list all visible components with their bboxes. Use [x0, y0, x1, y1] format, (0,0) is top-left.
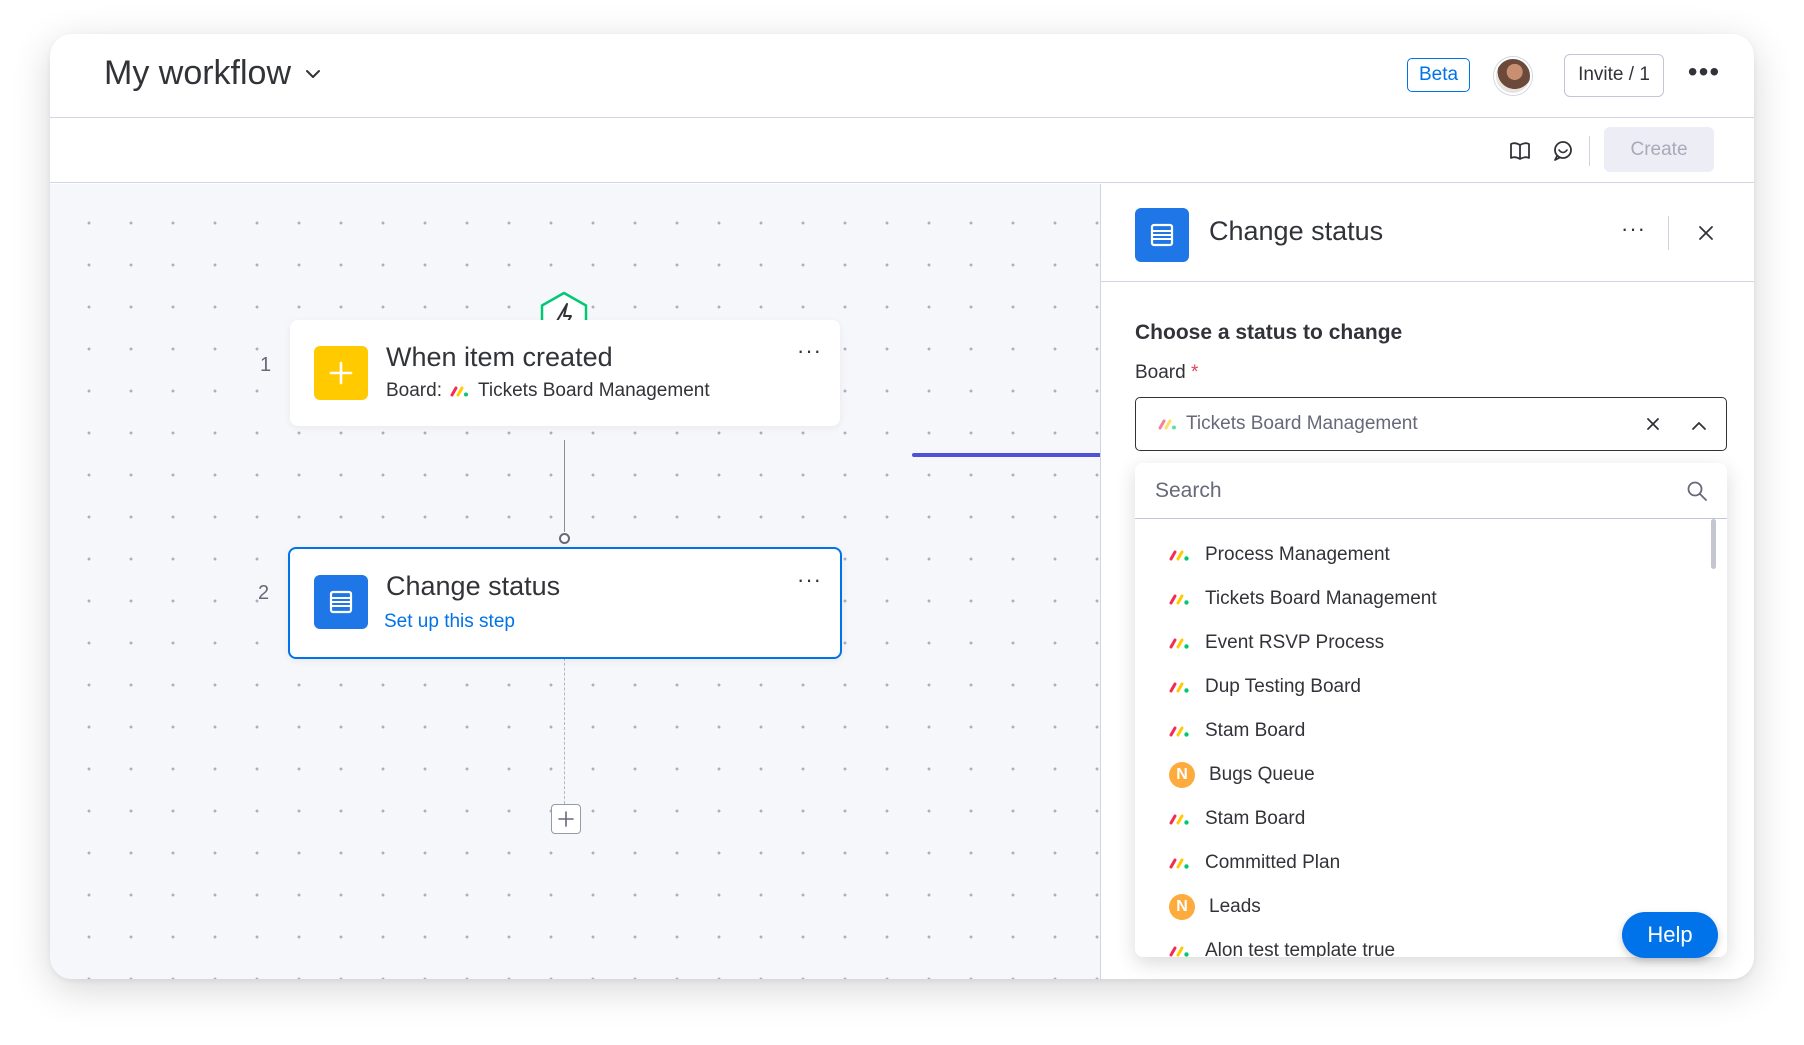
book-icon[interactable]	[1507, 138, 1533, 164]
search-input[interactable]	[1155, 475, 1655, 507]
plus-icon	[558, 811, 574, 827]
board-list: Process Management Tickets Board Managem…	[1135, 533, 1727, 957]
panel-title: Change status	[1209, 216, 1384, 246]
table-icon	[1135, 208, 1189, 262]
board-option[interactable]: Process Management	[1135, 533, 1727, 577]
clear-icon[interactable]	[1643, 414, 1663, 434]
section-title: Choose a status to change	[1135, 321, 1403, 344]
workflow-toolbar: Create	[50, 118, 1754, 183]
monday-logo-icon	[1158, 419, 1176, 430]
board-option[interactable]: Stam Board	[1135, 797, 1727, 841]
step-number-2: 2	[258, 582, 270, 604]
setup-step-link[interactable]: Set up this step	[384, 611, 515, 633]
panel-header: Change status ···	[1101, 184, 1754, 282]
workflow-window: My workflow Beta Invite / 1 ••• Create 1	[50, 34, 1754, 979]
board-option-label: Stam Board	[1205, 808, 1306, 829]
monday-logo-icon	[1169, 814, 1189, 825]
beta-badge: Beta	[1407, 58, 1471, 92]
board-field-label: Board *	[1135, 362, 1198, 384]
board-label-text: Board	[1135, 362, 1186, 383]
app-header: My workflow Beta Invite / 1 •••	[50, 34, 1754, 118]
panel-menu-icon[interactable]: ···	[1621, 218, 1646, 240]
step-config-panel: Change status ··· Choose a status to cha…	[1100, 184, 1754, 979]
board-dropdown-menu: Process Management Tickets Board Managem…	[1135, 463, 1727, 957]
monday-logo-icon	[450, 386, 468, 397]
step-menu-icon[interactable]: ···	[797, 569, 822, 591]
board-option-label: Alon test template true	[1205, 940, 1396, 957]
help-button[interactable]: Help	[1622, 912, 1718, 958]
step-board-info: Board: Tickets Board Management	[386, 380, 710, 402]
add-step-button[interactable]	[551, 804, 581, 834]
chevron-down-icon	[306, 69, 321, 78]
board-search	[1135, 463, 1727, 519]
board-option-label: Stam Board	[1205, 720, 1306, 741]
action-step-card[interactable]: Change status Set up this step ···	[288, 547, 842, 659]
board-option-label: Dup Testing Board	[1205, 676, 1361, 697]
board-select-value: Tickets Board Management	[1158, 413, 1418, 435]
board-option[interactable]: Committed Plan	[1135, 841, 1727, 885]
board-option[interactable]: Dup Testing Board	[1135, 665, 1727, 709]
monday-logo-icon	[1169, 682, 1189, 693]
step-title: When item created	[386, 342, 613, 372]
board-name: Tickets Board Management	[477, 380, 710, 401]
board-option-label: Process Management	[1205, 544, 1390, 565]
required-mark: *	[1190, 362, 1199, 383]
search-icon	[1687, 481, 1707, 501]
board-option[interactable]: Stam Board	[1135, 709, 1727, 753]
workflow-canvas[interactable]: 1 When item created Board: Tickets Board…	[50, 184, 1138, 979]
monday-logo-icon	[1169, 550, 1189, 561]
close-icon[interactable]	[1695, 222, 1717, 244]
n-badge-icon: N	[1169, 762, 1195, 788]
board-option[interactable]: N Bugs Queue	[1135, 753, 1727, 797]
board-select[interactable]: Tickets Board Management	[1135, 397, 1727, 451]
panel-divider	[1668, 216, 1669, 250]
board-prefix: Board:	[386, 380, 442, 401]
monday-logo-icon	[1169, 726, 1189, 737]
more-options-icon[interactable]: •••	[1686, 58, 1722, 90]
board-option-label: Event RSVP Process	[1205, 632, 1385, 653]
board-option-label: Tickets Board Management	[1205, 588, 1437, 609]
board-option[interactable]: Event RSVP Process	[1135, 621, 1727, 665]
plus-icon	[314, 346, 368, 400]
board-option-label: Leads	[1209, 896, 1261, 917]
monday-logo-icon	[1169, 946, 1189, 957]
step-number-1: 1	[260, 354, 272, 376]
board-option-label: Bugs Queue	[1209, 764, 1315, 785]
workflow-title: My workflow	[104, 54, 292, 92]
connector-node	[559, 533, 570, 544]
monday-logo-icon	[1169, 594, 1189, 605]
toolbar-divider	[1589, 136, 1590, 166]
feedback-chat-icon[interactable]	[1550, 138, 1576, 164]
table-icon	[314, 575, 368, 629]
avatar[interactable]	[1494, 57, 1532, 95]
create-button[interactable]: Create	[1604, 127, 1714, 172]
monday-logo-icon	[1169, 638, 1189, 649]
monday-logo-icon	[1169, 858, 1189, 869]
board-option-label: Committed Plan	[1205, 852, 1341, 873]
step-menu-icon[interactable]: ···	[797, 340, 822, 362]
connector-dashed-line	[564, 648, 565, 804]
chevron-up-icon[interactable]	[1689, 416, 1709, 436]
selected-board-name: Tickets Board Management	[1186, 413, 1418, 434]
board-option[interactable]: Tickets Board Management	[1135, 577, 1727, 621]
invite-button[interactable]: Invite / 1	[1564, 54, 1664, 97]
step-title: Change status	[386, 571, 561, 601]
workflow-title-dropdown[interactable]: My workflow	[104, 54, 323, 93]
trigger-step-card[interactable]: When item created Board: Tickets Board M…	[290, 320, 840, 426]
connector-line	[564, 440, 565, 532]
n-badge-icon: N	[1169, 894, 1195, 920]
